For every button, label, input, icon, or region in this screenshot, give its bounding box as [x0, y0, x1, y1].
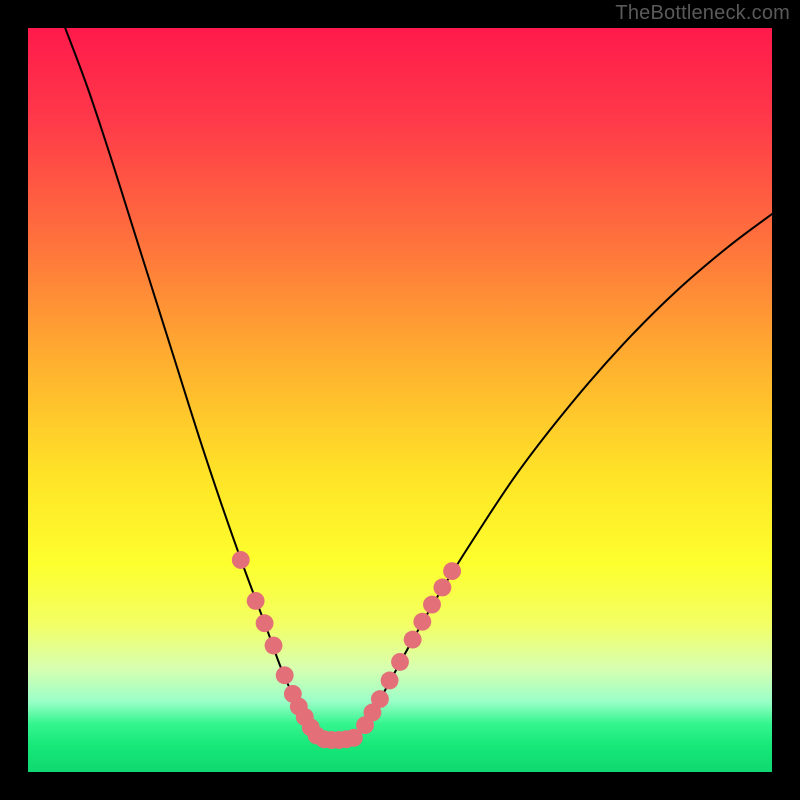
curve-left [65, 28, 316, 736]
dots-right-branch-dot [443, 562, 461, 580]
dots-left-branch-dot [256, 614, 274, 632]
outer-frame: TheBottleneck.com [0, 0, 800, 800]
dots-left-branch-dot [265, 637, 283, 655]
dots-right-branch-dot [391, 653, 409, 671]
dots-left-branch-dot [232, 551, 250, 569]
plot-area [28, 28, 772, 772]
dots-left-branch-dot [247, 592, 265, 610]
dots-left-branch-dot [276, 666, 294, 684]
curve-layer [28, 28, 772, 772]
dots-right-branch-dot [404, 631, 422, 649]
dots-right-branch-dot [433, 579, 451, 597]
dots-right-branch-dot [371, 690, 389, 708]
watermark-text: TheBottleneck.com [615, 2, 790, 25]
dots-right-branch-dot [413, 613, 431, 631]
dots-right-branch-dot [381, 672, 399, 690]
curve-right [358, 214, 772, 736]
dots-right-branch-dot [423, 596, 441, 614]
